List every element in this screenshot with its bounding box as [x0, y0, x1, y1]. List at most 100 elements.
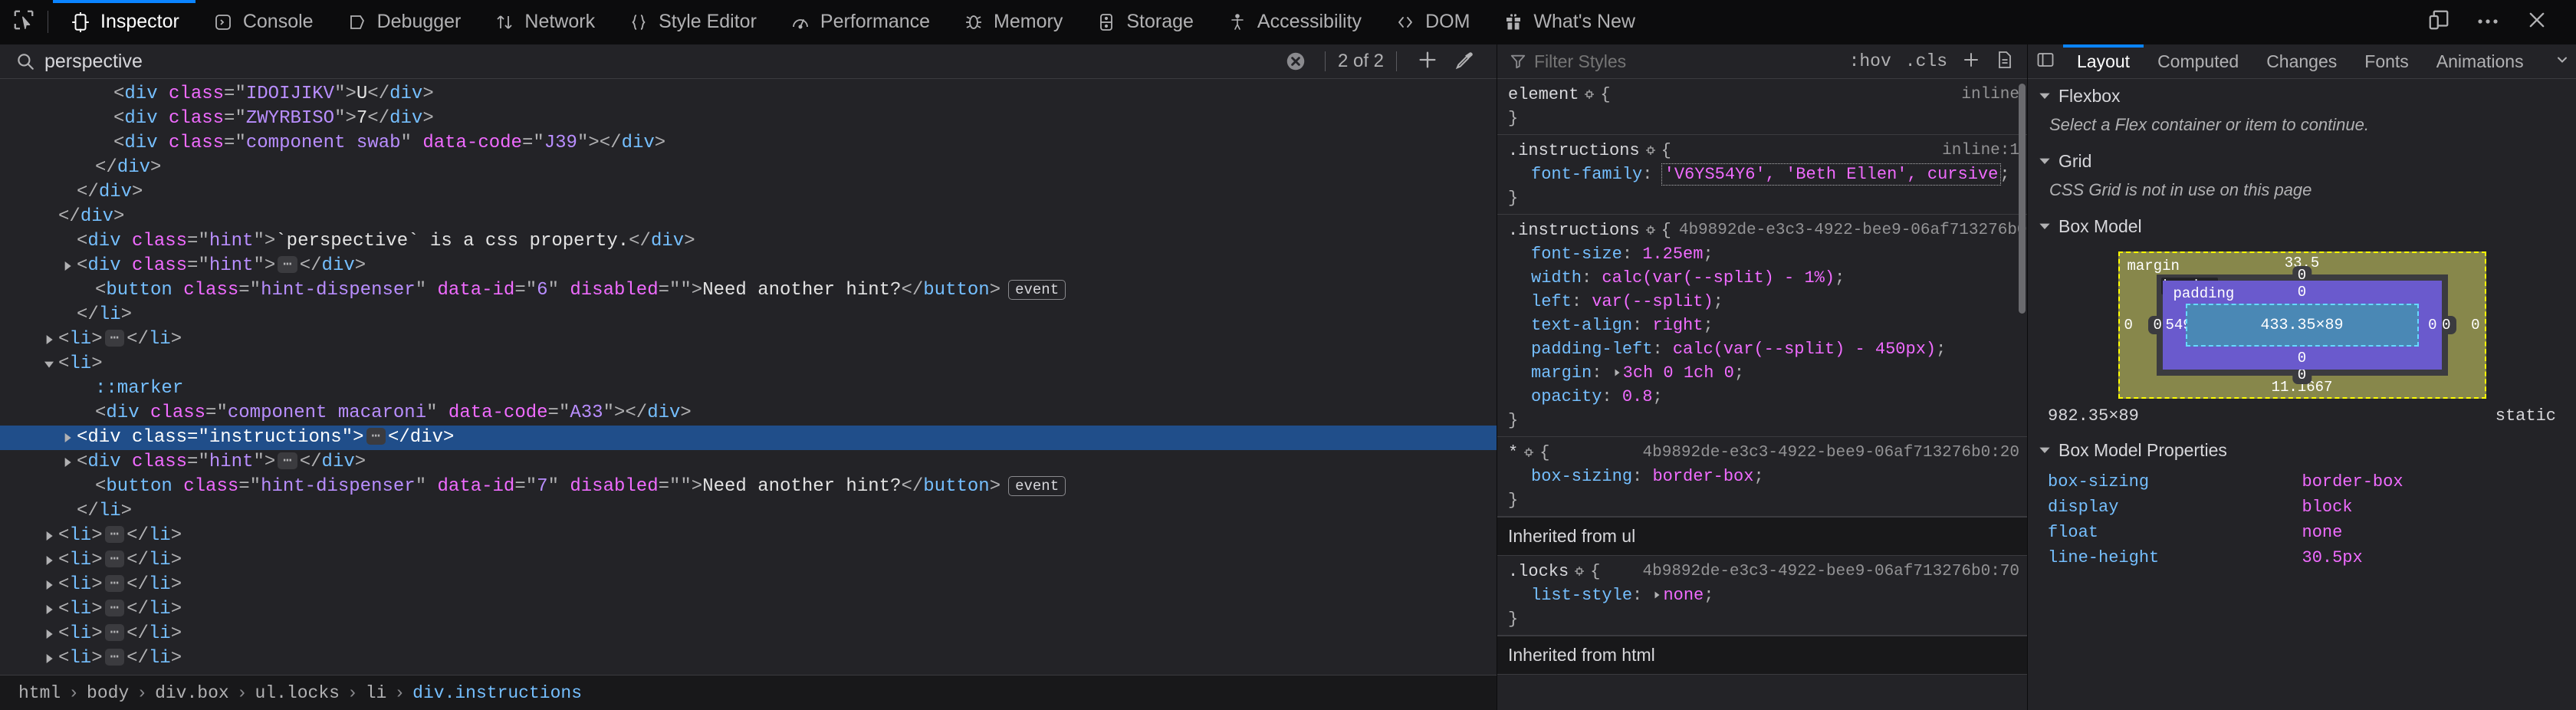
markup-row[interactable]: ::marker [0, 376, 1497, 401]
css-value[interactable]: calc(var(--split) - 450px) [1673, 340, 1936, 359]
markup-row[interactable]: < li > ⋯ </li > [0, 548, 1497, 573]
css-value[interactable]: 0.8 [1622, 387, 1653, 406]
css-property[interactable]: box-sizing [1531, 467, 1632, 486]
markup-twisty-icon[interactable] [40, 652, 58, 665]
box-model-padding-top[interactable]: 0 [2298, 284, 2306, 301]
create-new-node-button[interactable] [1409, 44, 1446, 78]
css-rule[interactable]: .locks{4b9892de-e3c3-4922-bee9-06af71327… [1497, 556, 2027, 636]
css-value[interactable]: 'V6YS54Y6', 'Beth Ellen', cursive [1661, 163, 2002, 186]
css-value[interactable]: right [1652, 316, 1703, 335]
class-toggle-button[interactable]: .cls [1901, 50, 1952, 73]
css-value[interactable]: border-box [1652, 467, 1753, 486]
css-property[interactable]: opacity [1531, 387, 1602, 406]
css-selector[interactable]: .instructions{ [1508, 219, 1671, 242]
css-property[interactable]: margin [1531, 363, 1592, 383]
markup-row[interactable]: < button class =" hint-dispenser " data-id ="… [0, 475, 1497, 499]
tab-layout[interactable]: Layout [2063, 44, 2144, 78]
tab-debugger[interactable]: Debugger [330, 0, 478, 44]
filter-styles-input[interactable] [1533, 50, 1840, 73]
expand-children-icon[interactable]: ⋯ [104, 649, 125, 666]
markup-row[interactable]: < div class =" hint "> `perspective` is a css… [0, 229, 1497, 254]
more-options-button[interactable] [2464, 0, 2512, 44]
breadcrumb-item-div-box[interactable]: div.box [147, 683, 237, 703]
element-picker-button[interactable] [0, 0, 48, 44]
markup-row[interactable]: </li > [0, 499, 1497, 524]
css-property[interactable]: width [1531, 268, 1582, 288]
layout-overflow-button[interactable] [2548, 44, 2576, 78]
markup-row-selected[interactable]: < div class =" instructions "> ⋯ </div > [0, 426, 1497, 450]
expand-value-icon[interactable] [1652, 583, 1663, 607]
tab-style-editor[interactable]: Style Editor [611, 0, 773, 44]
markup-row[interactable]: </div > [0, 156, 1497, 180]
markup-row[interactable]: < li > ⋯ </li > [0, 573, 1497, 597]
markup-row[interactable]: < div class =" component swab " data-code =" J… [0, 131, 1497, 156]
css-rule[interactable]: .instructions{inline:1 font-family: 'V6YS… [1497, 135, 2027, 215]
expand-children-icon[interactable]: ⋯ [104, 526, 125, 543]
add-rule-button[interactable] [1957, 46, 1986, 77]
markup-row[interactable]: < div class =" ZWYRBISO "> 7 </div > [0, 107, 1497, 131]
box-model-diagram[interactable]: margin 33.5 11.1667 0 0 border 0 0 0 0 [2028, 244, 2576, 402]
tab-accessibility[interactable]: Accessibility [1210, 0, 1378, 44]
markup-row[interactable]: </div > [0, 180, 1497, 205]
breadcrumb-item-ul-locks[interactable]: ul.locks [248, 683, 347, 703]
box-model-padding-right[interactable]: 0 [2428, 317, 2436, 334]
css-declaration[interactable]: font-family: 'V6YS54Y6', 'Beth Ellen', c… [1508, 163, 2019, 186]
expand-panel-button[interactable] [2028, 44, 2063, 78]
hover-pseudo-button[interactable]: :hov [1845, 50, 1896, 73]
search-input[interactable] [43, 49, 1279, 74]
expand-value-icon[interactable] [1612, 361, 1623, 385]
css-rule[interactable]: element{inline} [1497, 79, 2027, 135]
close-devtools-button[interactable] [2513, 0, 2561, 44]
box-model-margin-left[interactable]: 0 [2124, 317, 2133, 334]
markup-row[interactable]: < div class =" component macaroni " data-cod… [0, 401, 1497, 426]
expand-children-icon[interactable]: ⋯ [104, 624, 125, 641]
markup-twisty-icon[interactable] [40, 358, 58, 370]
responsive-design-mode-button[interactable] [2415, 0, 2463, 44]
grid-section-header[interactable]: Grid [2028, 144, 2576, 179]
tab-animations[interactable]: Animations [2423, 44, 2538, 78]
box-model-section-header[interactable]: Box Model [2028, 209, 2576, 244]
flexbox-section-header[interactable]: Flexbox [2028, 79, 2576, 113]
css-rule-source[interactable]: inline:1 [1942, 139, 2019, 163]
css-declaration[interactable]: list-style: none; [1508, 583, 2019, 607]
css-value[interactable]: var(--split) [1592, 292, 1713, 311]
expand-children-icon[interactable]: ⋯ [366, 428, 386, 445]
markup-row[interactable]: < li > ⋯ </li > [0, 524, 1497, 548]
tab-inspector[interactable]: Inspector [53, 0, 196, 44]
css-declaration[interactable]: box-sizing: border-box; [1508, 465, 2019, 488]
breadcrumb[interactable]: html › body › div.box › ul.locks › li › div.instru… [0, 675, 1497, 710]
tab-console[interactable]: Console [196, 0, 330, 44]
css-property[interactable]: left [1531, 292, 1572, 311]
rules-scrollbar[interactable] [2019, 84, 2026, 314]
markup-row[interactable]: < div class =" hint "> ⋯ </div > [0, 254, 1497, 278]
css-declaration[interactable]: opacity: 0.8; [1508, 385, 2019, 409]
css-rule-source[interactable]: 4b9892de-e3c3-4922-bee9-06af713276b0:70 [1643, 560, 2019, 583]
event-badge[interactable]: event [1008, 280, 1066, 300]
markup-twisty-icon[interactable] [40, 603, 58, 616]
css-declaration[interactable]: left: var(--split); [1508, 290, 2019, 314]
expand-children-icon[interactable]: ⋯ [104, 575, 125, 592]
css-rule-source[interactable]: 4b9892de-e3c3-4922-bee9-06af713276b0:20 [1643, 441, 2019, 465]
css-rule[interactable]: *{4b9892de-e3c3-4922-bee9-06af713276b0:2… [1497, 437, 2027, 517]
expand-children-icon[interactable]: ⋯ [278, 256, 297, 273]
markup-twisty-icon[interactable] [40, 530, 58, 542]
css-selector[interactable]: element{ [1508, 83, 1611, 107]
tab-whats-new[interactable]: What's New [1486, 0, 1651, 44]
markup-row[interactable]: < div class =" IDOIJIKV "> U </div > [0, 82, 1497, 107]
tab-fonts[interactable]: Fonts [2351, 44, 2423, 78]
expand-children-icon[interactable]: ⋯ [104, 600, 125, 616]
box-model-padding-bottom[interactable]: 0 [2298, 350, 2306, 367]
event-badge[interactable]: event [1008, 476, 1066, 496]
breadcrumb-item-body[interactable]: body [79, 683, 136, 703]
box-model-margin-right[interactable]: 0 [2471, 317, 2479, 334]
css-value[interactable]: 1.25em [1642, 245, 1703, 264]
css-rule-source[interactable]: 4b9892de-e3c3-4922-bee9-06af713276b0:183 [1679, 219, 2027, 242]
markup-row[interactable]: < li > ⋯ </li > [0, 327, 1497, 352]
tab-computed[interactable]: Computed [2144, 44, 2252, 78]
css-property[interactable]: font-size [1531, 245, 1622, 264]
breadcrumb-item-div-instructions[interactable]: div.instructions [405, 683, 590, 703]
tab-dom[interactable]: DOM [1378, 0, 1486, 44]
css-declaration[interactable]: width: calc(var(--split) - 1%); [1508, 266, 2019, 290]
css-declaration[interactable]: text-align: right; [1508, 314, 2019, 337]
print-styles-button[interactable] [1990, 46, 2019, 77]
